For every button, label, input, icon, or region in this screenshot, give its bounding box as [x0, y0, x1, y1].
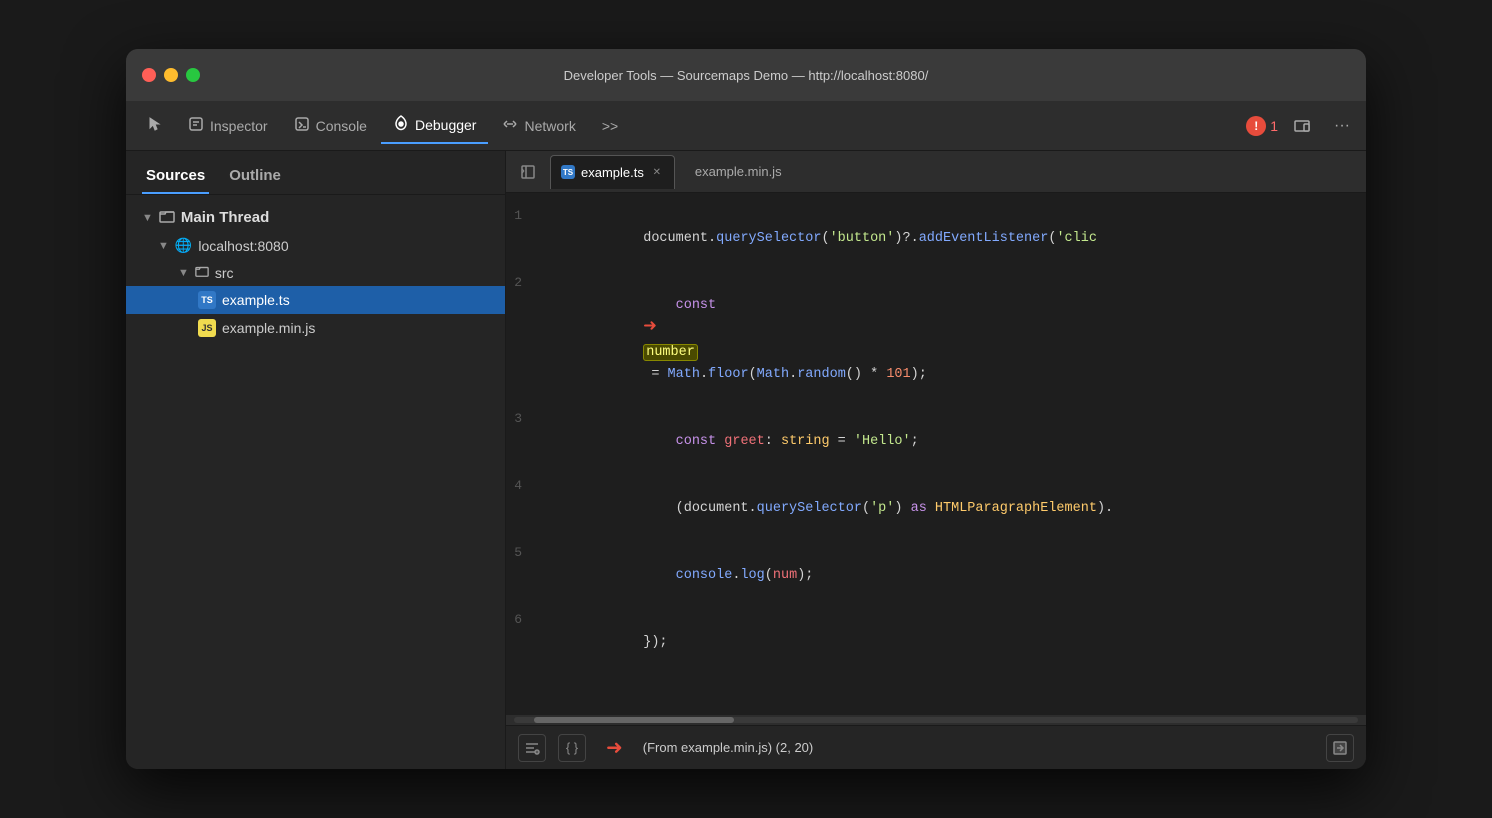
sidebar-tab-outline[interactable]: Outline: [225, 159, 285, 194]
sidebar-tab-outline-label: Outline: [229, 167, 281, 184]
globe-icon: 🌐: [175, 237, 192, 254]
sidebar-tab-sources[interactable]: Sources: [142, 159, 209, 194]
ts-icon: TS: [198, 291, 216, 309]
close-button[interactable]: [142, 68, 156, 82]
chevron-down-icon: ▼: [142, 212, 153, 224]
code-content-5: console.log(num);: [538, 543, 1366, 609]
maximize-button[interactable]: [186, 68, 200, 82]
error-count: 1: [1270, 118, 1278, 134]
sidebar: Sources Outline ▼ Main Thread: [126, 151, 506, 769]
minimize-button[interactable]: [164, 68, 178, 82]
editor-tab-js-label: example.min.js: [695, 164, 782, 179]
tab-console-label: Console: [316, 118, 367, 134]
network-icon: [502, 116, 518, 135]
tab-more[interactable]: >>: [590, 108, 630, 144]
tree-item-localhost[interactable]: ▼ 🌐 localhost:8080: [126, 232, 505, 259]
line-number-3: 3: [506, 408, 538, 430]
console-icon: [294, 116, 310, 135]
src-label: src: [215, 265, 234, 281]
error-icon: !: [1246, 116, 1266, 136]
editor-ts-icon: TS: [561, 165, 575, 179]
format-button[interactable]: { }: [558, 734, 586, 762]
code-line-1: 1 document.querySelector('button')?.addE…: [506, 205, 1366, 272]
tab-bar: Inspector Console Debugger: [126, 101, 1366, 151]
devtools-window: Developer Tools — Sourcemaps Demo — http…: [126, 49, 1366, 769]
code-content-3: const greet: string = 'Hello';: [538, 409, 1366, 475]
tab-inspector[interactable]: Inspector: [176, 108, 280, 144]
sidebar-tab-sources-label: Sources: [146, 167, 205, 184]
main-thread-label: Main Thread: [181, 209, 269, 226]
sidebar-tabs: Sources Outline: [126, 151, 505, 195]
code-content-1: document.querySelector('button')?.addEve…: [538, 206, 1366, 272]
responsive-button[interactable]: [1286, 110, 1318, 142]
tab-console[interactable]: Console: [282, 108, 379, 144]
folder-icon-2: [195, 264, 209, 281]
tree-item-src[interactable]: ▼ src: [126, 259, 505, 286]
example-ts-label: example.ts: [222, 292, 290, 308]
tree-item-example-min-js[interactable]: JS example.min.js: [126, 314, 505, 342]
scrollbar-thumb[interactable]: [534, 717, 734, 723]
status-right: [1326, 734, 1354, 762]
status-bar: { } ➜ (From example.min.js) (2, 20): [506, 725, 1366, 769]
tree-item-main-thread[interactable]: ▼ Main Thread: [126, 203, 505, 232]
tab-network[interactable]: Network: [490, 108, 587, 144]
example-min-js-label: example.min.js: [222, 320, 315, 336]
inspector-icon: [188, 116, 204, 135]
debugger-icon: [393, 115, 409, 134]
code-content-4: (document.querySelector('p') as HTMLPara…: [538, 476, 1366, 542]
code-line-3: 3 const greet: string = 'Hello';: [506, 408, 1366, 475]
line-number-4: 4: [506, 475, 538, 497]
editor-tab-example-ts[interactable]: TS example.ts ✕: [550, 155, 675, 189]
scrollbar-track: [514, 717, 1358, 723]
pretty-print-button[interactable]: [518, 734, 546, 762]
chevron-down-icon-2: ▼: [158, 240, 169, 252]
status-source-text: (From example.min.js) (2, 20): [643, 740, 813, 755]
editor-tab-ts-label: example.ts: [581, 165, 644, 180]
tab-inspector-label: Inspector: [210, 118, 268, 134]
localhost-label: localhost:8080: [198, 238, 288, 254]
chevron-down-icon-3: ▼: [178, 267, 189, 279]
title-bar: Developer Tools — Sourcemaps Demo — http…: [126, 49, 1366, 101]
close-tab-ts-button[interactable]: ✕: [650, 165, 664, 179]
code-line-5: 5 console.log(num);: [506, 542, 1366, 609]
blackbox-button[interactable]: [1326, 734, 1354, 762]
line-number-5: 5: [506, 542, 538, 564]
code-line-6: 6 });: [506, 609, 1366, 676]
format-label: { }: [566, 740, 578, 755]
red-arrow-icon: ➜: [643, 317, 656, 339]
line-number-1: 1: [506, 205, 538, 227]
window-title: Developer Tools — Sourcemaps Demo — http…: [564, 68, 929, 83]
more-label: >>: [602, 118, 618, 134]
error-badge[interactable]: ! 1: [1246, 116, 1278, 136]
code-content-6: });: [538, 610, 1366, 676]
editor-scrollbar[interactable]: [506, 715, 1366, 725]
editor-tabs: TS example.ts ✕ example.min.js: [506, 151, 1366, 193]
code-line-2: 2 const ➜ number = Math.floor(Math.rando…: [506, 272, 1366, 408]
tab-bar-right: ! 1 ···: [1246, 110, 1358, 142]
tree-item-example-ts[interactable]: TS example.ts: [126, 286, 505, 314]
tab-debugger[interactable]: Debugger: [381, 108, 489, 144]
main-content: Sources Outline ▼ Main Thread: [126, 151, 1366, 769]
tab-debugger-label: Debugger: [415, 117, 477, 133]
cursor-icon: [146, 116, 162, 135]
highlighted-variable: number: [643, 344, 698, 361]
options-button[interactable]: ···: [1326, 110, 1358, 142]
js-icon: JS: [198, 319, 216, 337]
status-arrow-icon: ➜: [606, 735, 623, 760]
code-content-2: const ➜ number = Math.floor(Math.random(…: [538, 273, 1366, 408]
tab-cursor[interactable]: [134, 108, 174, 144]
editor-area: TS example.ts ✕ example.min.js 1 documen…: [506, 151, 1366, 769]
folder-icon: [159, 208, 175, 227]
line-number-6: 6: [506, 609, 538, 631]
tab-network-label: Network: [524, 118, 575, 134]
collapse-sidebar-button[interactable]: [514, 158, 542, 186]
ellipsis-icon: ···: [1334, 117, 1350, 135]
line-number-2: 2: [506, 272, 538, 294]
sidebar-tree: ▼ Main Thread ▼ 🌐 localhost:8080: [126, 195, 505, 769]
traffic-lights: [142, 68, 200, 82]
code-editor[interactable]: 1 document.querySelector('button')?.addE…: [506, 193, 1366, 715]
code-line-4: 4 (document.querySelector('p') as HTMLPa…: [506, 475, 1366, 542]
editor-tab-example-min-js[interactable]: example.min.js: [679, 155, 792, 189]
